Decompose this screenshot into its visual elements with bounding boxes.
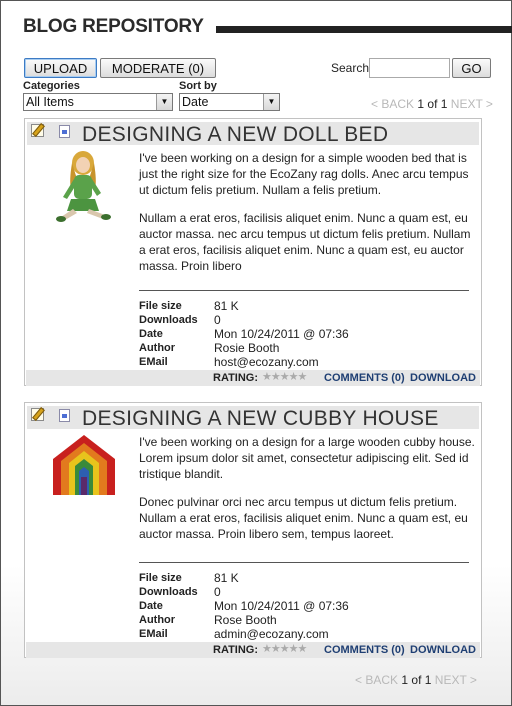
meta-divider — [139, 562, 469, 563]
download-link[interactable]: DOWNLOAD — [410, 644, 476, 656]
meta-label: File size — [139, 300, 182, 312]
header-rule — [216, 26, 512, 33]
download-link[interactable]: DOWNLOAD — [410, 372, 476, 384]
chevron-down-icon[interactable]: ▼ — [156, 94, 172, 110]
page-header: BLOG REPOSITORY — [23, 16, 512, 44]
post-footer: RATING: ★★★★★ COMMENTS (0) DOWNLOAD — [26, 370, 480, 386]
meta-label: Downloads — [139, 586, 198, 598]
comments-link[interactable]: COMMENTS (0) — [324, 372, 405, 384]
post-titlebar: DESIGNING A NEW DOLL BED — [27, 122, 479, 147]
search-label: Search — [331, 61, 370, 75]
pager-back-link[interactable]: < BACK — [371, 97, 414, 111]
rag-doll-image — [56, 151, 111, 222]
author-value: Rose Booth — [214, 613, 277, 627]
post-meta: File size 81 K Downloads 0 Date Mon 10/24/2… — [139, 571, 349, 641]
downloads-value: 0 — [214, 313, 221, 327]
meta-divider — [139, 290, 469, 291]
sort-label: Sort by — [179, 80, 217, 92]
post-footer: RATING: ★★★★★ COMMENTS (0) DOWNLOAD — [26, 642, 480, 658]
meta-label: Downloads — [139, 314, 198, 326]
categories-select[interactable]: All Items ▼ — [23, 93, 173, 111]
post-paragraph: Nullam a erat eros, facilisis aliquet en… — [139, 211, 471, 273]
edit-icon[interactable] — [31, 408, 44, 421]
chevron-down-icon[interactable]: ▼ — [263, 94, 279, 110]
post-paragraph: I've been working on a design for a larg… — [139, 435, 475, 481]
author-value: Rosie Booth — [214, 341, 280, 355]
pager-of: of — [411, 673, 422, 687]
post-title[interactable]: DESIGNING A NEW DOLL BED — [82, 123, 388, 147]
date-value: Mon 10/24/2011 @ 07:36 — [214, 327, 349, 341]
meta-label: EMail — [139, 356, 168, 368]
meta-label: Author — [139, 614, 176, 626]
categories-label: Categories — [23, 80, 80, 92]
pager-top: < BACK 1 of 1 NEXT > — [371, 97, 493, 111]
rating-label: RATING: — [213, 644, 259, 656]
file-size-value: 81 K — [214, 299, 239, 313]
post-card: DESIGNING A NEW CUBBY HOUSE I've been wo… — [24, 402, 482, 658]
rating-stars[interactable]: ★★★★★ — [262, 370, 307, 383]
search-input[interactable] — [369, 58, 450, 78]
cubby-house-image — [53, 435, 115, 495]
post-paragraph: Donec pulvinar orci nec arcu tempus ut d… — [139, 495, 468, 541]
pager-back-link[interactable]: < BACK — [355, 673, 398, 687]
meta-label: Date — [139, 600, 163, 612]
post-card: DESIGNING A NEW DOLL BED I've been worki… — [24, 118, 482, 386]
page-title: BLOG REPOSITORY — [23, 16, 204, 37]
pager-bottom: < BACK 1 of 1 NEXT > — [355, 673, 477, 687]
downloads-value: 0 — [214, 585, 221, 599]
email-value: host@ecozany.com — [214, 355, 319, 369]
post-meta: File size 81 K Downloads 0 Date Mon 10/24/2… — [139, 299, 349, 369]
pager-of: of — [427, 97, 438, 111]
meta-label: File size — [139, 572, 182, 584]
post-body: I've been working on a design for a simp… — [139, 150, 479, 286]
pager-next-link[interactable]: NEXT > — [435, 673, 477, 687]
meta-label: Author — [139, 342, 176, 354]
sort-value: Date — [182, 95, 209, 109]
pager-page: 1 — [417, 97, 425, 111]
file-size-value: 81 K — [214, 571, 239, 585]
rating-stars[interactable]: ★★★★★ — [262, 642, 307, 655]
pager-total: 1 — [424, 673, 432, 687]
upload-button[interactable]: UPLOAD — [24, 58, 97, 78]
document-icon[interactable] — [59, 409, 70, 422]
pager-page: 1 — [401, 673, 409, 687]
post-paragraph: I've been working on a design for a simp… — [139, 151, 469, 197]
sort-select[interactable]: Date ▼ — [179, 93, 280, 111]
categories-value: All Items — [26, 95, 74, 109]
rating-label: RATING: — [213, 372, 259, 384]
edit-icon[interactable] — [31, 124, 44, 137]
go-button[interactable]: GO — [452, 58, 491, 78]
date-value: Mon 10/24/2011 @ 07:36 — [214, 599, 349, 613]
post-title[interactable]: DESIGNING A NEW CUBBY HOUSE — [82, 407, 439, 431]
post-body: I've been working on a design for a larg… — [139, 434, 479, 554]
comments-link[interactable]: COMMENTS (0) — [324, 644, 405, 656]
pager-total: 1 — [440, 97, 448, 111]
pager-next-link[interactable]: NEXT > — [451, 97, 493, 111]
document-icon[interactable] — [59, 125, 70, 138]
moderate-button[interactable]: MODERATE (0) — [100, 58, 216, 78]
email-value: admin@ecozany.com — [214, 627, 329, 641]
meta-label: EMail — [139, 628, 168, 640]
post-titlebar: DESIGNING A NEW CUBBY HOUSE — [27, 406, 479, 431]
meta-label: Date — [139, 328, 163, 340]
